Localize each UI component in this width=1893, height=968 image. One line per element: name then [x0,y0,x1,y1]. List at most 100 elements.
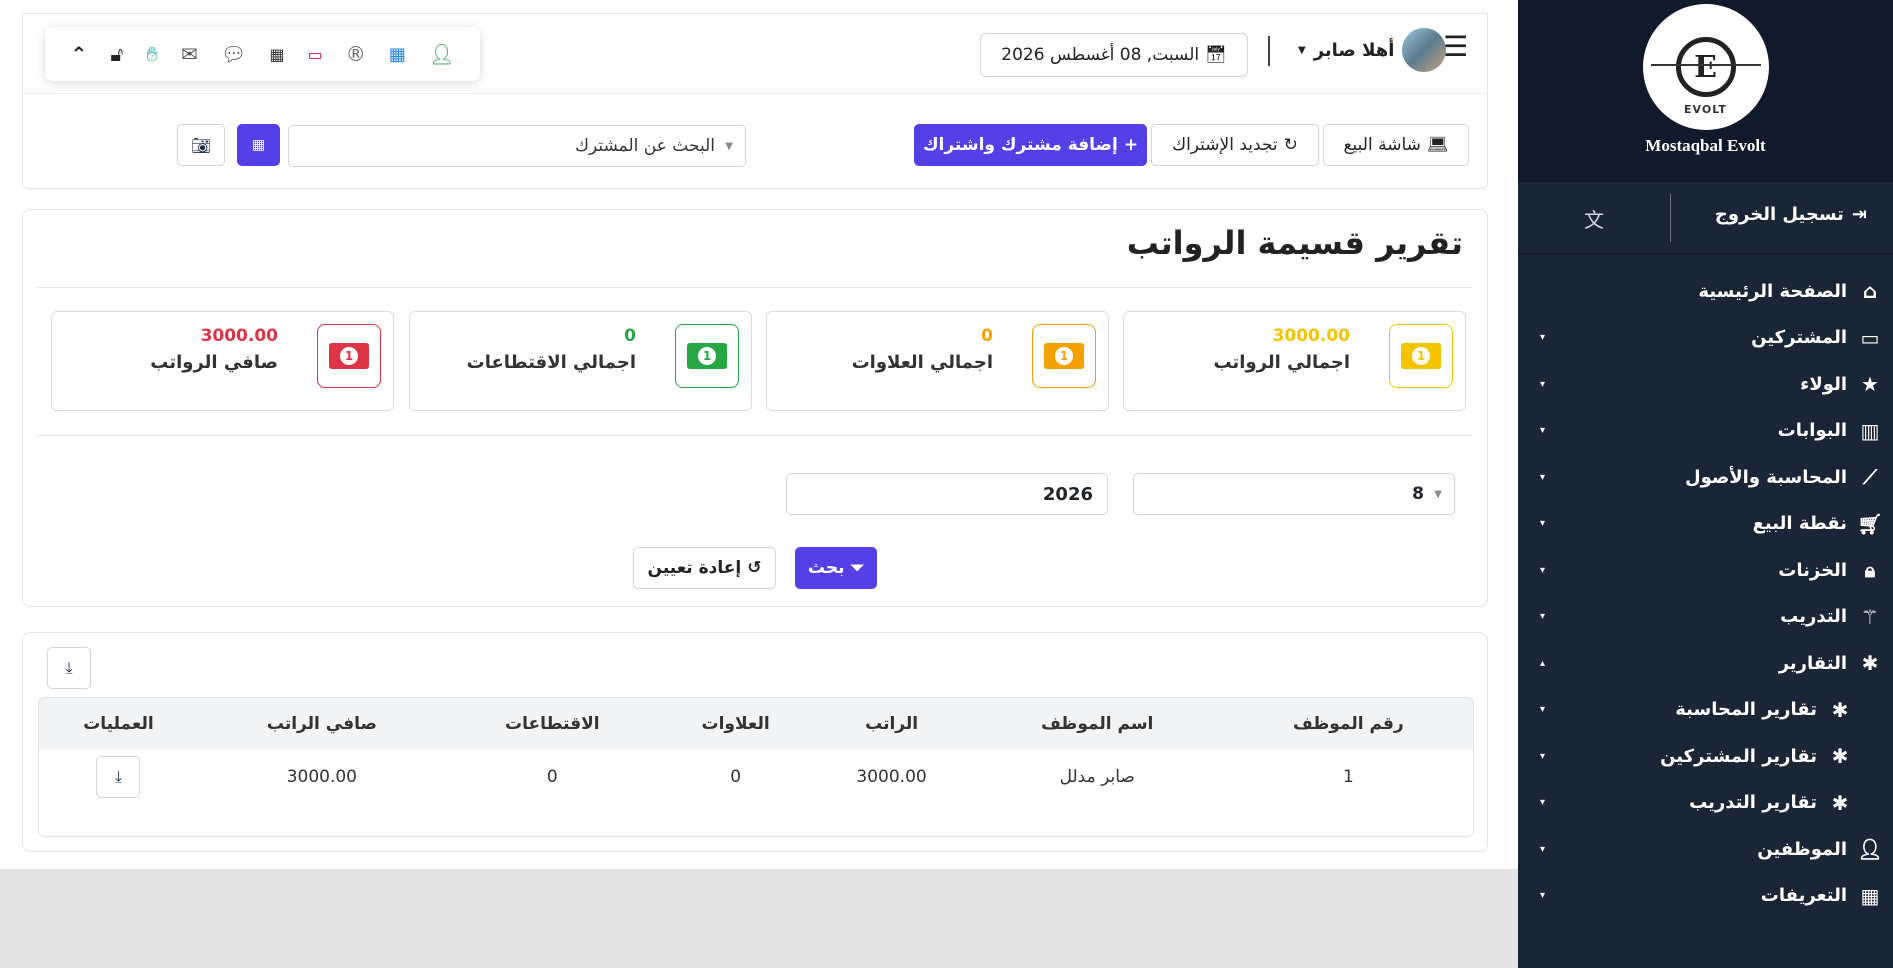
chevron-down-icon: ▾ [1540,378,1546,390]
renew-subscription-button[interactable]: تجديد الإشتراك ↻ [1151,124,1319,166]
chevron-down-icon: ▾ [1540,704,1546,716]
money-bill-icon[interactable]: ▭ [308,45,323,64]
column-header: الراتب [812,698,971,750]
stat-label: صافي الرواتب [150,352,278,373]
stat-label: اجمالي العلاوات [851,352,993,373]
column-header: اسم الموظف [970,698,1224,750]
sidebar-item-label: الموظفين [1757,838,1847,860]
laptop-icon: ▭ [1860,325,1880,350]
column-header: العمليات [39,698,198,750]
qrcode-icon[interactable]: ▦ [269,45,284,64]
plus-icon: + [1123,135,1139,155]
money-bill-icon: 1 [1032,324,1096,388]
download-icon: ⤓ [65,658,73,677]
sidebar-menu: الصفحة الرئيسية ⌂ ▾ المشتركين ▭ ▾ الولاء… [1518,254,1893,919]
reset-button[interactable]: إعادة تعيين ↺ [633,547,776,589]
sidebar-item-label: التعريفات [1760,885,1847,907]
sidebar: E EVOLT Mostaqbal Evolt تسجيل الخروج ⇥ 文… [1518,0,1893,968]
chevron-up-icon[interactable]: ⌃ [71,42,88,66]
chevron-down-icon: ▾ [1540,471,1546,483]
sidebar-item-label: الولاء [1800,373,1847,395]
salary-table: رقم الموظف اسم الموظف الراتب العلاوات ال… [38,697,1474,837]
cart-icon: 🛒︎ [1857,511,1883,536]
unlock-icon[interactable]: 🔓︎ [110,42,123,66]
sidebar-item-home[interactable]: الصفحة الرئيسية ⌂ [1518,268,1893,315]
sign-out-icon: ⇥ [1851,204,1867,225]
sidebar-item-training[interactable]: ▾ التدريب ⚚ [1518,594,1893,641]
chevron-down-icon: ▾ [1540,843,1546,855]
month-select[interactable]: 8 ▼ [1133,473,1455,515]
camera-button[interactable]: 📷︎ [177,124,225,166]
laptop-icon: 💻︎ [1426,135,1449,155]
logout-button[interactable]: تسجيل الخروج ⇥ [1715,204,1867,225]
sidebar-item-reports[interactable]: ▴ التقارير ✱ [1518,640,1893,687]
user-plus-icon[interactable]: 👤︎ [429,42,454,66]
export-button[interactable]: ⤓ [47,647,91,689]
qrcode-scan-button[interactable]: ▦ [237,124,280,166]
chevron-down-icon: ▼ [1298,44,1306,56]
sidebar-item-subscriber-reports[interactable]: ▾ تقارير المشتركين ✱ [1518,733,1893,780]
pos-screen-button[interactable]: شاشة البيع 💻︎ [1323,124,1469,166]
home-icon: ⌂ [1862,279,1878,304]
hand-icon[interactable]: ✋︎ [146,42,157,66]
sidebar-item-employees[interactable]: ▾ الموظفين 👤︎ [1518,826,1893,873]
envelope-icon[interactable]: ✉ [181,42,198,66]
refresh-icon: ↻ [1283,135,1298,155]
download-icon: ⤓ [114,767,123,786]
table-row: 1 صابر مدلل 3000.00 0 0 3000.00 ⤓ [39,750,1473,804]
chevron-down-icon: ▼ [725,140,733,152]
sidebar-item-subscribers[interactable]: ▾ المشتركين ▭ [1518,315,1893,362]
menu-toggle-icon[interactable]: ☰ [1443,30,1468,63]
month-value: 8 [1412,484,1424,504]
sidebar-item-accounting-reports[interactable]: ▾ تقارير المحاسبة ✱ [1518,687,1893,734]
pos-screen-label: شاشة البيع [1343,135,1421,155]
sidebar-item-definitions[interactable]: ▾ التعريفات ▦ [1518,873,1893,920]
cell-deductions: 0 [546,767,558,787]
sidebar-item-pos[interactable]: ▾ نقطة البيع 🛒︎ [1518,501,1893,548]
logo: E EVOLT [1642,4,1769,130]
stat-total-allowances: 1 0 اجمالي العلاوات [766,311,1109,411]
download-row-button[interactable]: ⤓ [96,756,141,798]
magic-icon: ⚚ [1861,604,1879,629]
table-header-row: رقم الموظف اسم الموظف الراتب العلاوات ال… [39,698,1473,750]
bug-icon: ✱ [1831,744,1849,769]
date-text: السبت, 08 أغسطس 2026 [1001,45,1200,65]
comment-icon[interactable]: 💬︎ [221,42,246,66]
logo-text: EVOLT [1684,103,1727,116]
stat-value: 3000.00 [200,326,278,346]
stat-net-salaries: 1 3000.00 صافي الرواتب [51,311,394,411]
stat-total-salaries: 1 3000.00 اجمالي الرواتب [1123,311,1466,411]
brand-name: Mostaqbal Evolt [1645,136,1766,155]
money-bill-icon: 1 [317,324,381,388]
money-bill-icon: 1 [1389,324,1453,388]
stat-total-deductions: 1 0 اجمالي الاقتطاعات [409,311,752,411]
avatar [1402,28,1447,72]
subscriber-search-select[interactable]: البحث عن المشترك ▼ [288,125,746,167]
cell-employee-name: صابر مدلل [1059,767,1135,787]
sidebar-item-label: الخزنات [1778,559,1847,581]
sidebar-item-training-reports[interactable]: ▾ تقارير التدريب ✱ [1518,780,1893,827]
add-subscriber-button[interactable]: إضافة مشترك واشتراك + [914,124,1147,166]
column-header: رقم الموظف [1223,698,1473,750]
camera-icon: 📷︎ [190,135,212,155]
sidebar-item-accounting[interactable]: ▾ المحاسبة والأصول ⟋ [1518,454,1893,501]
bug-icon: ✱ [1831,790,1849,815]
stat-value: 0 [624,326,636,346]
user-menu[interactable]: ▼ أهلا صابر [1298,28,1447,72]
language-icon[interactable]: 文 [1584,204,1604,233]
sidebar-item-safes[interactable]: ▾ الخزنات 🔒︎ [1518,547,1893,594]
sidebar-item-gates[interactable]: ▾ البوابات ▥ [1518,408,1893,455]
page-title: تقرير قسيمة الرواتب [1126,224,1463,262]
year-input[interactable]: 2026 [786,473,1108,515]
renew-label: تجديد الإشتراك [1172,135,1278,155]
search-button[interactable]: بحث ⏷ [795,547,877,589]
search-placeholder: البحث عن المشترك [574,136,715,156]
column-header: الاقتطاعات [445,698,659,750]
chart-line-icon: ⟋ [1863,465,1877,490]
sidebar-item-label: تقارير المشتركين [1660,745,1817,767]
registered-icon[interactable]: ® [346,42,366,66]
add-subscriber-label: إضافة مشترك واشتراك [922,135,1118,155]
calendar-icon[interactable]: ▦ [389,44,406,65]
sidebar-item-loyalty[interactable]: ▾ الولاء ★ [1518,361,1893,408]
bug-icon: ✱ [1831,697,1849,722]
